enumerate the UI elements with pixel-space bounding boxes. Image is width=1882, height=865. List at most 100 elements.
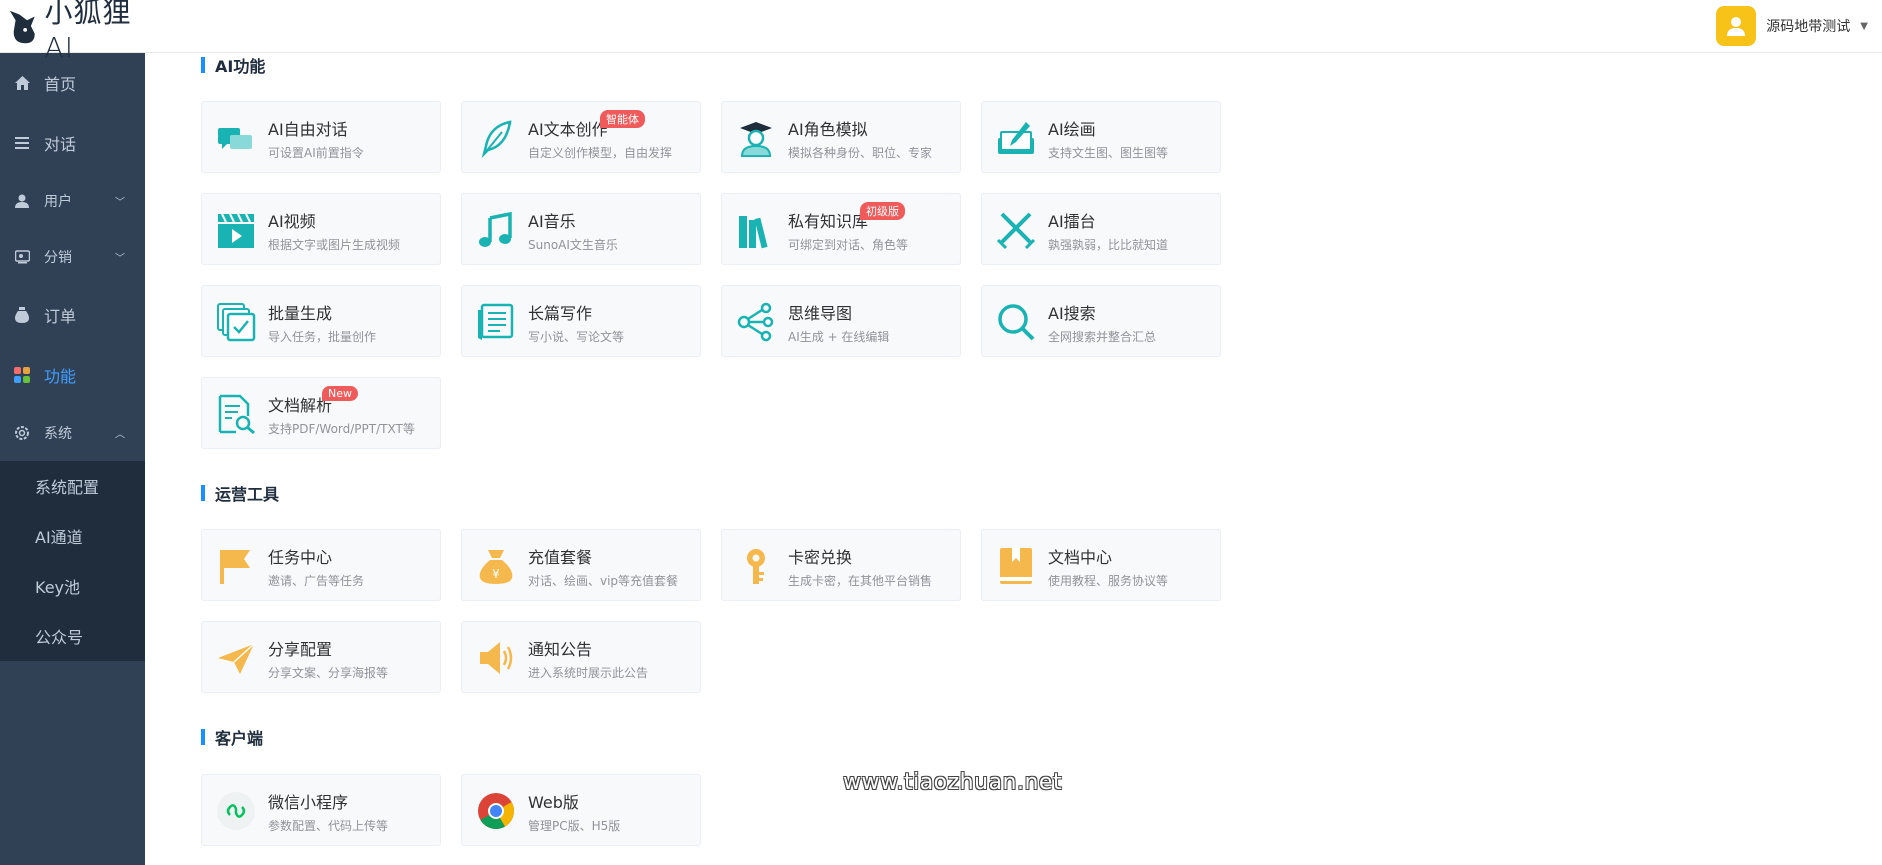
- sidebar-item-orders[interactable]: 订单: [0, 285, 145, 345]
- card-ai-search[interactable]: AI搜索 全网搜索并整合汇总: [981, 285, 1221, 357]
- card-desc: 孰强孰弱，比比就知道: [1048, 238, 1169, 252]
- section-title-text: AI功能: [215, 57, 266, 76]
- money-bag-icon: [14, 307, 30, 323]
- section-title-ai: AI功能: [201, 53, 265, 77]
- sidebar-item-system-config[interactable]: 系统配置: [0, 461, 145, 511]
- card-title: 分享配置: [268, 640, 333, 659]
- card-title: AI绘画: [1048, 120, 1096, 139]
- card-desc: 生成卡密，在其他平台销售: [788, 574, 933, 588]
- card-desc: 可绑定到对话、角色等: [788, 238, 909, 252]
- badge: 智能体: [600, 110, 645, 128]
- system-submenu: 系统配置 AI通道 Key池 公众号: [0, 461, 145, 661]
- sidebar-item-label: 对话: [44, 135, 77, 154]
- chevron-down-icon: ﹀: [115, 197, 125, 209]
- sidebar-item-label: 首页: [44, 75, 77, 94]
- card-document-parse[interactable]: 文档解析 New 支持PDF/Word/PPT/TXT等: [201, 377, 441, 449]
- card-knowledge-base[interactable]: 私有知识库 初级版 可绑定到对话、角色等: [721, 193, 961, 265]
- section-marker: [201, 729, 205, 745]
- flag-icon: [220, 550, 250, 584]
- card-ai-video[interactable]: AI视频 根据文字或图片生成视频: [201, 193, 441, 265]
- card-wechat-miniprogram[interactable]: 微信小程序 参数配置、代码上传等: [201, 774, 441, 846]
- user-name[interactable]: 源码地带测试: [1766, 16, 1850, 36]
- watermark: www.tiaozhuan.net: [843, 770, 1063, 795]
- avatar[interactable]: [1716, 6, 1757, 46]
- user-icon: [1727, 17, 1746, 36]
- share-icon: [14, 249, 30, 265]
- crossed-swords-icon: [996, 212, 1036, 250]
- card-desc: 支持文生图、图生图等: [1048, 146, 1169, 160]
- card-title: AI音乐: [528, 212, 576, 231]
- card-ai-music[interactable]: AI音乐 SunoAI文生音乐: [461, 193, 701, 265]
- book-icon: [1000, 548, 1032, 584]
- home-icon: [14, 75, 30, 91]
- card-ai-role[interactable]: AI角色模拟 模拟各种身份、职位、专家: [721, 101, 961, 173]
- document-search-icon: [218, 394, 255, 434]
- graduate-icon: [740, 122, 772, 157]
- svg-text:¥: ¥: [492, 567, 500, 581]
- card-ai-painting[interactable]: AI绘画 支持文生图、图生图等: [981, 101, 1221, 173]
- sidebar-item-users[interactable]: 用户 ﹀: [0, 173, 145, 229]
- card-title: 卡密兑换: [788, 548, 853, 567]
- card-document-center[interactable]: 文档中心 使用教程、服务协议等: [981, 529, 1221, 601]
- card-title: 任务中心: [268, 548, 333, 567]
- card-desc: 根据文字或图片生成视频: [268, 238, 401, 252]
- card-batch-generate[interactable]: 批量生成 导入任务，批量创作: [201, 285, 441, 357]
- fox-logo-icon: [9, 10, 35, 44]
- top-bar: 小狐狸AI 源码地带测试 ▼: [0, 0, 1882, 64]
- user-menu[interactable]: 源码地带测试 ▼: [1716, 6, 1868, 46]
- sidebar-item-label: 用户: [44, 194, 72, 210]
- sidebar-item-ai-channel[interactable]: AI通道: [0, 511, 145, 561]
- card-ai-arena[interactable]: AI擂台 孰强孰弱，比比就知道: [981, 193, 1221, 265]
- section-title-text: 运营工具: [215, 485, 280, 504]
- card-desc: 对话、绘画、vip等充值套餐: [528, 574, 679, 588]
- list-icon: [14, 135, 30, 151]
- caret-down-icon[interactable]: ▼: [1860, 21, 1868, 32]
- logo-text: 小狐狸AI: [44, 0, 132, 64]
- card-share-config[interactable]: 分享配置 分享文案、分享海报等: [201, 621, 441, 693]
- card-title: 批量生成: [268, 304, 333, 323]
- card-desc: 自定义创作模型，自由发挥: [528, 146, 673, 160]
- card-card-redeem[interactable]: 卡密兑换 生成卡密，在其他平台销售: [721, 529, 961, 601]
- card-title: AI自由对话: [268, 120, 348, 139]
- sidebar-item-chat[interactable]: 对话: [0, 113, 145, 173]
- apps-icon: [14, 367, 30, 383]
- card-title: Web版: [528, 793, 579, 812]
- section-title-client: 客户端: [201, 725, 263, 749]
- chevron-up-icon: ︿: [115, 429, 125, 441]
- chevron-down-icon: ﹀: [115, 253, 125, 265]
- card-desc: 参数配置、代码上传等: [268, 819, 389, 833]
- sidebar-item-label: 分销: [44, 250, 72, 266]
- chat-bubbles-icon: [218, 128, 252, 149]
- music-note-icon: [479, 211, 512, 247]
- sidebar-item-features[interactable]: 功能: [0, 345, 145, 405]
- card-title: AI角色模拟: [788, 120, 868, 139]
- paper-plane-icon: [218, 643, 255, 674]
- card-task-center[interactable]: 任务中心 邀请、广告等任务: [201, 529, 441, 601]
- card-title: 私有知识库: [788, 212, 869, 231]
- sidebar-item-system[interactable]: 系统 ︿: [0, 405, 145, 461]
- sidebar-item-distribution[interactable]: 分销 ﹀: [0, 229, 145, 285]
- card-ai-chat[interactable]: AI自由对话 可设置AI前置指令: [201, 101, 441, 173]
- sidebar-item-official-account[interactable]: 公众号: [0, 611, 145, 661]
- video-clapper-icon: [218, 213, 254, 248]
- chrome-browser-icon: [478, 793, 514, 830]
- mind-map-icon: [737, 302, 774, 342]
- card-title: 文档中心: [1048, 548, 1113, 567]
- card-mind-map[interactable]: 思维导图 AI生成 + 在线编辑: [721, 285, 961, 357]
- card-notification[interactable]: 通知公告 进入系统时展示此公告: [461, 621, 701, 693]
- section-marker: [201, 57, 205, 73]
- card-long-writing[interactable]: 长篇写作 写小说、写论文等: [461, 285, 701, 357]
- card-web-version[interactable]: Web版 管理PC版、H5版: [461, 774, 701, 846]
- card-title: AI文本创作: [528, 120, 608, 139]
- gear-icon: [14, 425, 30, 441]
- card-desc: 邀请、广告等任务: [268, 574, 365, 588]
- card-desc: AI生成 + 在线编辑: [788, 330, 890, 344]
- sidebar-item-key-pool[interactable]: Key池: [0, 561, 145, 611]
- card-title: 微信小程序: [268, 793, 349, 812]
- card-title: AI视频: [268, 212, 316, 231]
- card-desc: 支持PDF/Word/PPT/TXT等: [268, 422, 415, 436]
- card-ai-writing[interactable]: AI文本创作 智能体 自定义创作模型，自由发挥: [461, 101, 701, 173]
- logo[interactable]: 小狐狸AI: [6, 0, 156, 64]
- sidebar: 首页 对话 用户 ﹀ 分销 ﹀ 订单 功能 系统 ︿ 系统配置 AI通道 Key…: [0, 53, 145, 865]
- card-recharge-packages[interactable]: ¥ 充值套餐 对话、绘画、vip等充值套餐: [461, 529, 701, 601]
